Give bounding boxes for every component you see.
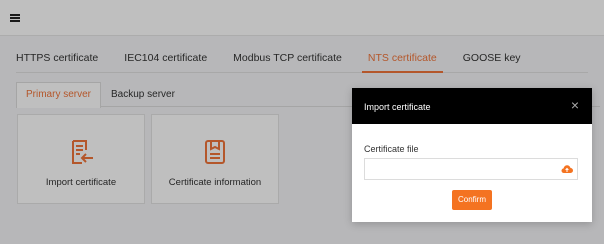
cloud-upload-icon[interactable] <box>561 164 573 174</box>
confirm-button[interactable]: Confirm <box>452 190 492 210</box>
app-window: HTTPS certificate IEC104 certificate Mod… <box>0 0 604 244</box>
import-certificate-dialog: Import certificate × Certificate file Co… <box>352 88 592 222</box>
dialog-header: Import certificate × <box>352 88 592 124</box>
close-icon[interactable]: × <box>568 98 582 112</box>
certificate-file-input[interactable] <box>369 162 549 176</box>
dialog-title: Import certificate <box>364 102 431 112</box>
certificate-file-label: Certificate file <box>364 144 419 154</box>
certificate-file-field[interactable] <box>364 158 578 180</box>
